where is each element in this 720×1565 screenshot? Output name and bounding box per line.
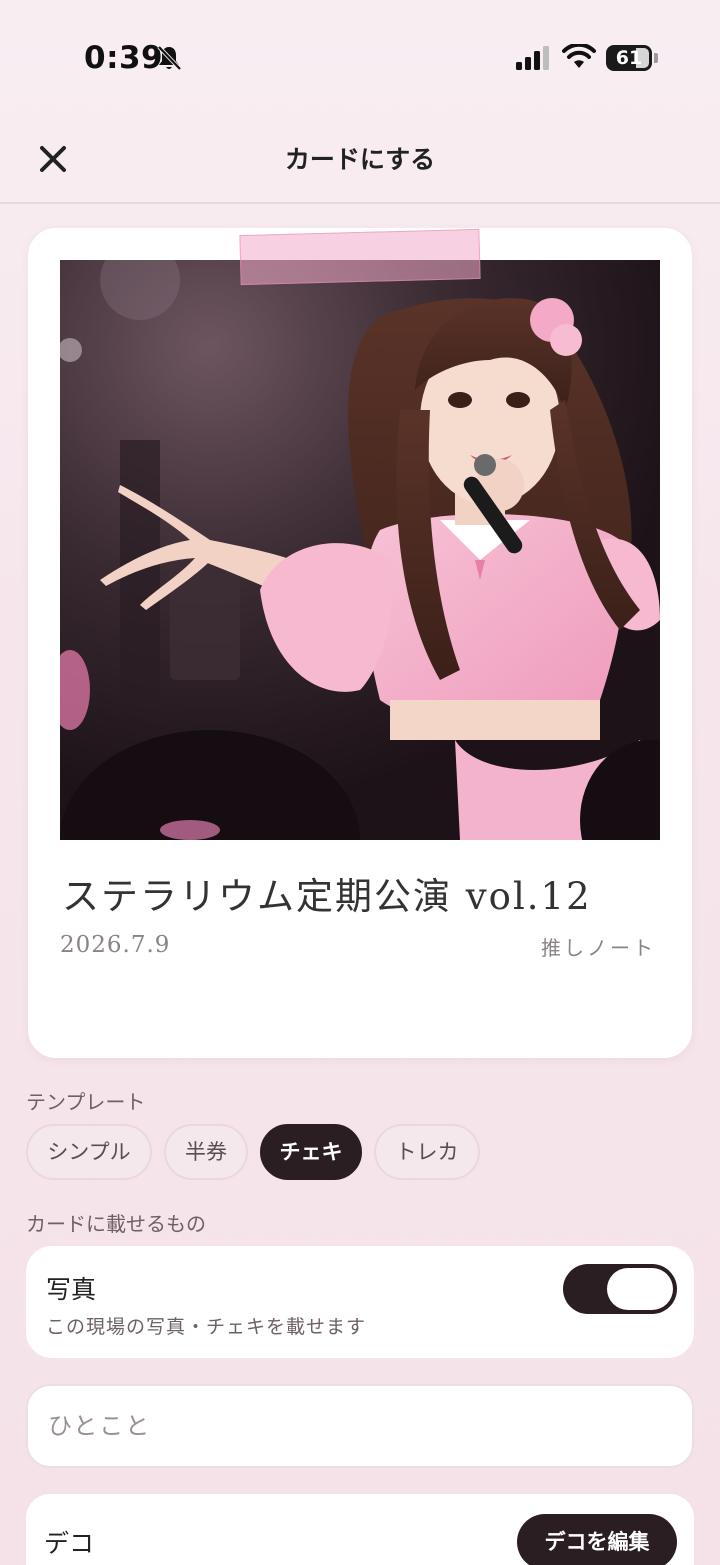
battery-level: 61 <box>615 47 643 69</box>
template-chip-simple[interactable]: シンプル <box>26 1124 152 1180</box>
card-title: ステラリウム定期公演 vol.12 <box>62 875 592 918</box>
photo-option-description: この現場の写真・チェキを載せます <box>46 1316 367 1338</box>
photo-toggle[interactable] <box>563 1264 677 1314</box>
washi-tape-decoration <box>239 228 481 286</box>
comment-input[interactable] <box>48 1404 668 1448</box>
template-section-label: テンプレート <box>26 1090 146 1114</box>
page-title: カードにする <box>284 145 436 174</box>
deco-row: デコ デコを編集 <box>26 1494 694 1565</box>
template-chip-ticket-stub[interactable]: 半券 <box>164 1124 248 1180</box>
nav-bar: カードにする <box>0 110 720 204</box>
contents-section-label: カードに載せるもの <box>26 1212 206 1236</box>
bell-slash-icon <box>157 45 182 71</box>
toggle-knob <box>607 1268 673 1310</box>
template-chip-cheki[interactable]: チェキ <box>260 1124 362 1180</box>
photo-option-title: 写真 <box>46 1275 97 1304</box>
cellular-signal-icon <box>516 46 549 70</box>
card-date: 2026.7.9 <box>60 932 171 958</box>
battery-icon: 61 <box>606 45 658 71</box>
status-time: 0:39 <box>84 40 164 76</box>
wifi-icon <box>562 44 596 68</box>
deco-title: デコ <box>44 1529 95 1558</box>
photo-option-row: 写真 この現場の写真・チェキを載せます <box>26 1246 694 1358</box>
comment-field-container <box>26 1384 694 1468</box>
template-chip-trading-card[interactable]: トレカ <box>374 1124 480 1180</box>
card-photo <box>60 260 660 840</box>
edit-deco-button[interactable]: デコを編集 <box>517 1514 677 1565</box>
card-brand: 推しノート <box>541 936 656 960</box>
status-bar: 0:39 61 <box>0 0 720 110</box>
